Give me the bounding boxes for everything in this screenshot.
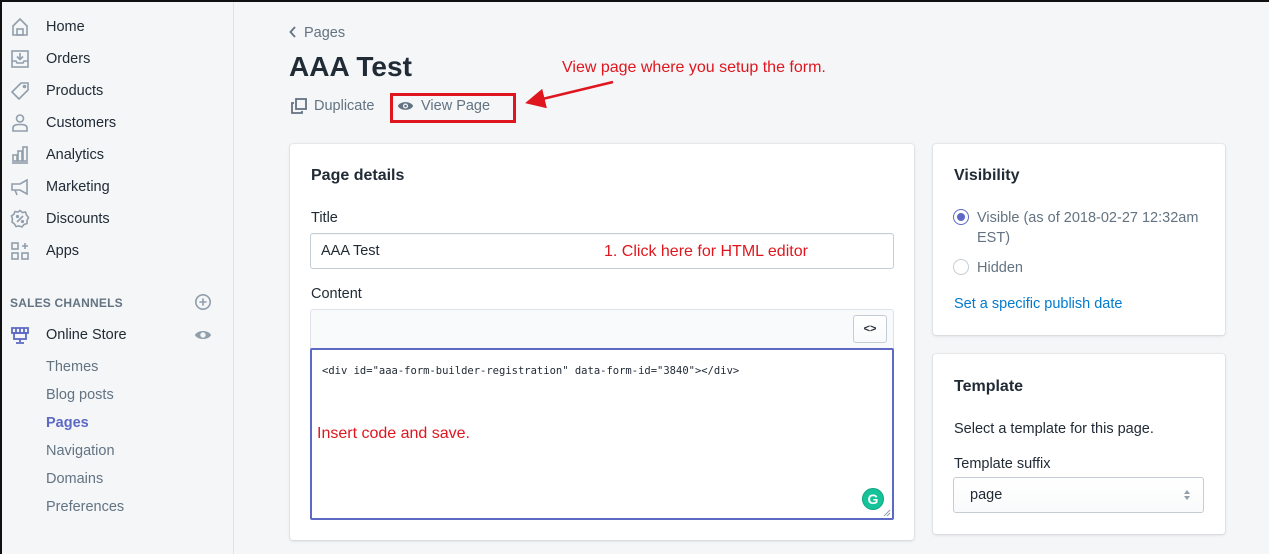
sales-channels-heading: SALES CHANNELS [10, 296, 123, 310]
bar-chart-icon [10, 145, 30, 165]
sidebar-item-apps[interactable]: Apps [2, 235, 233, 267]
title-label: Title [311, 210, 338, 226]
sidebar-item-analytics[interactable]: Analytics [2, 139, 233, 171]
discount-icon [10, 209, 30, 229]
view-store-eye-icon[interactable] [194, 326, 212, 344]
arrow-to-view-page [525, 80, 614, 109]
page-details-card: Page details Title AAA Test Content <> <… [290, 144, 914, 540]
annotation-insert-code: Insert code and save. [317, 425, 470, 442]
template-suffix-label: Template suffix [954, 456, 1051, 472]
annotation-view-page: View page where you setup the form. [562, 59, 826, 76]
select-arrows-icon [1184, 490, 1190, 500]
visible-radio[interactable] [953, 209, 969, 225]
sidebar: Home Orders Products Customers Analytics… [2, 2, 234, 554]
sidebar-item-orders[interactable]: Orders [2, 43, 233, 75]
template-suffix-select[interactable]: page [953, 477, 1204, 513]
visible-radio-option[interactable]: Visible (as of 2018-02-27 12:32am EST) [953, 208, 1207, 248]
visible-radio-label: Visible (as of 2018-02-27 12:32am EST) [977, 210, 1199, 246]
sidebar-subitem-domains[interactable]: Domains [46, 471, 103, 487]
hidden-radio-option[interactable]: Hidden [953, 258, 1207, 278]
resize-handle-icon[interactable] [883, 509, 891, 517]
sidebar-item-marketing[interactable]: Marketing [2, 171, 233, 203]
content-label: Content [311, 286, 362, 302]
store-icon [10, 325, 30, 345]
template-description: Select a template for this page. [954, 421, 1154, 437]
tag-icon [10, 81, 30, 101]
breadcrumb-back-link[interactable]: Pages [289, 25, 345, 41]
sidebar-item-customers[interactable]: Customers [2, 107, 233, 139]
megaphone-icon [10, 177, 30, 197]
duplicate-icon [291, 98, 307, 114]
template-title: Template [954, 378, 1024, 395]
orders-icon [10, 49, 30, 69]
title-input-value: AAA Test [321, 243, 380, 259]
sidebar-subitem-themes[interactable]: Themes [46, 359, 98, 375]
page-title: AAA Test [289, 51, 412, 82]
eye-icon [397, 102, 414, 110]
person-icon [10, 113, 30, 133]
html-editor-toggle-button[interactable]: <> [853, 315, 887, 343]
visibility-title: Visibility [954, 167, 1020, 184]
visibility-card: Visibility Visible (as of 2018-02-27 12:… [933, 144, 1225, 335]
add-sales-channel-icon[interactable] [194, 293, 212, 311]
duplicate-label: Duplicate [314, 98, 375, 114]
sidebar-item-home[interactable]: Home [2, 11, 233, 43]
home-icon [10, 17, 30, 37]
duplicate-button[interactable]: Duplicate [291, 98, 374, 114]
editor-toolbar: <> [310, 309, 894, 349]
sidebar-subitem-navigation[interactable]: Navigation [46, 443, 115, 459]
chevron-left-icon [289, 25, 297, 41]
apps-icon [10, 241, 30, 261]
sidebar-subitem-blog-posts[interactable]: Blog posts [46, 387, 114, 403]
view-page-label: View Page [421, 98, 491, 114]
template-card: Template Select a template for this page… [933, 354, 1225, 534]
set-publish-date-link[interactable]: Set a specific publish date [954, 296, 1122, 312]
hidden-radio-label: Hidden [977, 260, 1023, 276]
hidden-radio[interactable] [953, 259, 969, 275]
code-content: <div id="aaa-form-builder-registration" … [322, 365, 740, 377]
annotation-html-editor: 1. Click here for HTML editor [604, 243, 808, 260]
sidebar-item-products[interactable]: Products [2, 75, 233, 107]
template-suffix-value: page [970, 487, 1003, 503]
breadcrumb-label: Pages [304, 25, 346, 41]
page-details-title: Page details [311, 167, 405, 184]
view-page-button[interactable]: View Page [397, 98, 490, 114]
grammarly-icon[interactable]: G [862, 488, 884, 510]
sidebar-item-discounts[interactable]: Discounts [2, 203, 233, 235]
sidebar-subitem-preferences[interactable]: Preferences [46, 499, 124, 515]
sidebar-subitem-pages[interactable]: Pages [46, 415, 89, 431]
